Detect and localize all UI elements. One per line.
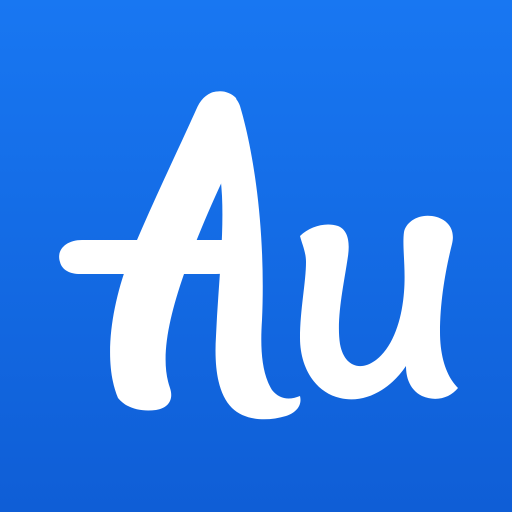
app-icon	[0, 0, 512, 512]
au-logo-graphic	[0, 0, 512, 512]
